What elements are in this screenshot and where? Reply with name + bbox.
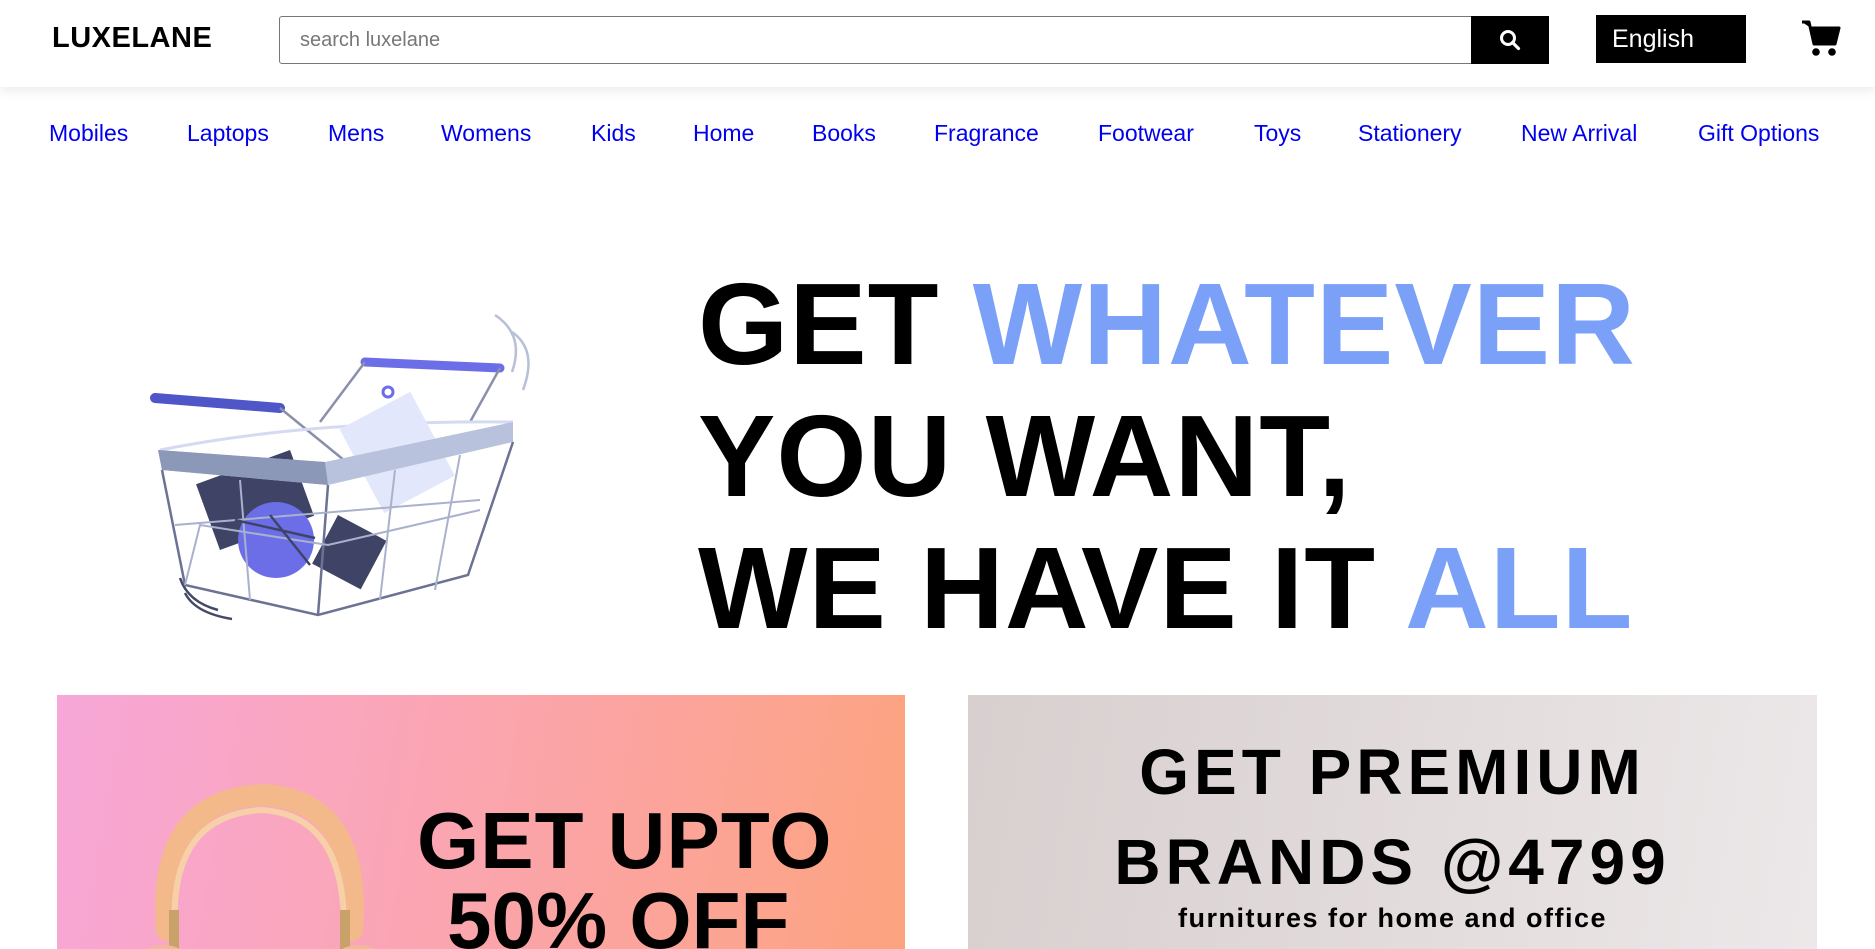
cart-button[interactable] <box>1800 18 1842 58</box>
nav-item-stationery[interactable]: Stationery <box>1358 120 1462 147</box>
nav-item-fragrance[interactable]: Fragrance <box>934 120 1039 147</box>
hero-headline: GET WHATEVER YOU WANT, WE HAVE IT ALL <box>698 258 1636 654</box>
promo-banner-premium[interactable]: GET PREMIUM BRANDS @4799 furnitures for … <box>968 695 1817 949</box>
hero-line1-text: GET <box>698 259 973 389</box>
premium-price: BRANDS @4799 <box>1114 826 1671 898</box>
premium-title: GET PREMIUM <box>1139 736 1646 808</box>
language-select[interactable]: English <box>1596 15 1746 63</box>
discount-amount: 50% OFF <box>447 876 790 949</box>
hero-line3-accent: ALL <box>1405 523 1634 653</box>
search-icon <box>1500 30 1521 51</box>
shopping-basket-illustration <box>150 313 530 621</box>
nav-item-womens[interactable]: Womens <box>441 120 531 147</box>
nav-item-books[interactable]: Books <box>812 120 876 147</box>
nav-item-kids[interactable]: Kids <box>591 120 636 147</box>
nav-item-mens[interactable]: Mens <box>328 120 384 147</box>
cart-icon <box>1802 20 1841 56</box>
premium-subtitle: furnitures for home and office <box>1177 903 1608 933</box>
hero-line2: YOU WANT, <box>698 391 1352 521</box>
search-button[interactable] <box>1471 16 1549 64</box>
promo-banner-discount[interactable]: GET UPTO 50% OFF <box>57 695 905 949</box>
search-input[interactable] <box>279 16 1472 64</box>
discount-title: GET UPTO <box>417 796 833 885</box>
hero-line1-accent: WHATEVER <box>972 259 1636 389</box>
nav-item-new-arrival[interactable]: New Arrival <box>1521 120 1637 147</box>
site-logo[interactable]: LUXELANE <box>52 22 212 55</box>
nav-item-gift-options[interactable]: Gift Options <box>1698 120 1819 147</box>
nav-item-toys[interactable]: Toys <box>1254 120 1301 147</box>
hero-line3-text: WE HAVE IT <box>698 523 1405 653</box>
site-header: LUXELANE English <box>0 0 1875 87</box>
nav-item-mobiles[interactable]: Mobiles <box>49 120 128 147</box>
category-nav: Mobiles Laptops Mens Womens Kids Home Bo… <box>0 120 1875 160</box>
headphones-image <box>146 783 376 949</box>
nav-item-home[interactable]: Home <box>693 120 754 147</box>
nav-item-laptops[interactable]: Laptops <box>187 120 269 147</box>
nav-item-footwear[interactable]: Footwear <box>1098 120 1194 147</box>
